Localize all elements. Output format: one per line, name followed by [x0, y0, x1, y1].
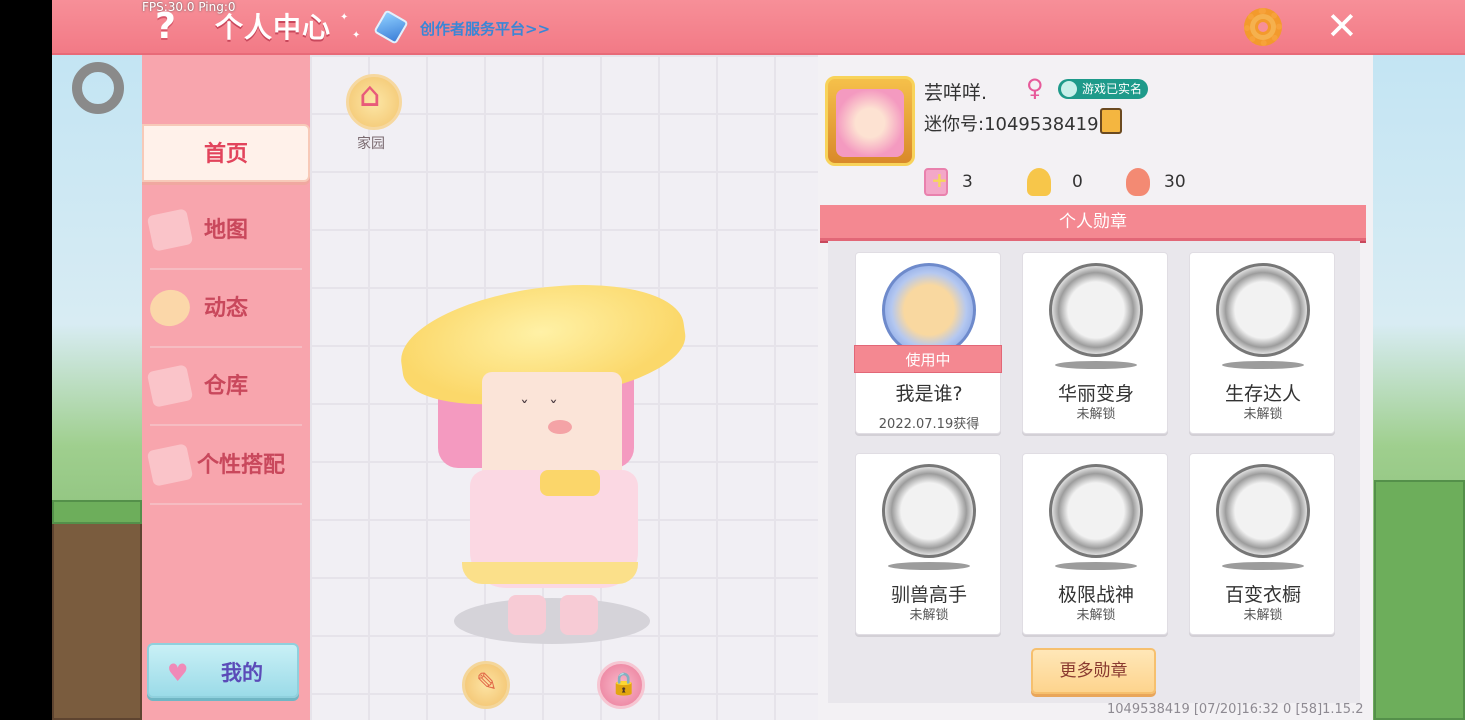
copy-icon[interactable] [1100, 108, 1122, 134]
help-icon[interactable]: ? [155, 6, 176, 47]
grass-block [52, 500, 142, 524]
close-icon[interactable]: ✕ [1326, 6, 1358, 46]
creator-platform-link[interactable]: 创作者服务平台>> [420, 18, 550, 39]
medal-status: 未解锁 [1076, 407, 1116, 422]
stat-value: 3 [962, 172, 973, 192]
map-icon [146, 208, 194, 252]
divider [150, 268, 302, 270]
sidebar-item-label: 动态 [203, 296, 248, 321]
sidebar-item-home[interactable]: 首页 [142, 124, 310, 182]
medal-card[interactable]: 驯兽高手 未解锁 [855, 453, 1001, 635]
boss-medal-icon [1049, 464, 1143, 558]
letter-medal-icon [882, 263, 976, 357]
grass-field [1374, 480, 1465, 720]
medal-card[interactable]: 百变衣橱 未解锁 [1189, 453, 1335, 635]
medal-status: 2022.07.19获得 [878, 417, 980, 432]
home-icon[interactable] [346, 74, 402, 130]
footer-info: 1049538419 [07/20]16:32 0 [58]1.15.2 [1107, 702, 1364, 717]
sidebar-item-feed[interactable]: 动态 [142, 280, 310, 348]
avatar-bow [540, 470, 600, 496]
mini-id: 迷你号:1049538419 [924, 114, 1099, 135]
in-use-badge: 使用中 [854, 345, 1002, 373]
home-label: 家园 [357, 136, 385, 152]
profile-avatar[interactable] [825, 76, 915, 166]
avatar-shoe [508, 595, 546, 635]
medal-status: 未解锁 [909, 608, 949, 623]
sparkle-icon: ✦ [340, 12, 349, 23]
heart-icon: ♥ [167, 659, 189, 687]
gift-icon [146, 443, 194, 487]
medal-base [1055, 361, 1137, 369]
plus-flag-icon [924, 168, 948, 196]
medal-status: 未解锁 [1243, 407, 1283, 422]
medal-base [1222, 361, 1304, 369]
avatar-mouth [548, 420, 572, 434]
medal-section-header: 个人勋章 [820, 205, 1366, 241]
medal-name: 极限战神 [1057, 584, 1134, 606]
medal-name: 华丽变身 [1057, 383, 1134, 405]
medal-name: 驯兽高手 [890, 584, 967, 606]
edit-pencil-icon[interactable] [462, 661, 510, 709]
sidebar-item-label: 首页 [203, 142, 248, 167]
divider [150, 346, 302, 348]
medal-status: 未解锁 [1243, 608, 1283, 623]
menu-ring-icon[interactable] [72, 62, 124, 114]
divider [150, 503, 302, 505]
medal-name: 百变衣橱 [1224, 584, 1301, 606]
sidebar-item-label: 仓库 [203, 374, 248, 399]
nickname: 芸咩咩. [924, 82, 988, 104]
sidebar-item-warehouse[interactable]: 仓库 [142, 358, 310, 426]
medal-card[interactable]: 使用中 我是谁? 2022.07.19获得 [854, 252, 1002, 434]
divider [150, 424, 302, 426]
flame-icon [1126, 168, 1150, 196]
more-medals-button[interactable]: 更多勋章 [1031, 648, 1156, 694]
medal-base [888, 562, 970, 570]
medal-status: 未解锁 [1076, 608, 1116, 623]
medal-base [1222, 562, 1304, 570]
avatar-portrait [836, 89, 904, 157]
bell-icon [146, 286, 194, 330]
medal-name: 生存达人 [1224, 383, 1301, 405]
dirt-block [52, 520, 142, 720]
sidebar-item-outfit[interactable]: 个性搭配 [142, 437, 310, 505]
dragon-medal-icon [1049, 263, 1143, 357]
wardrobe-medal-icon [1216, 464, 1310, 558]
lock-icon[interactable] [597, 661, 645, 709]
verified-badge: 游戏已实名 [1058, 79, 1149, 99]
my-button[interactable]: ♥ 我的 [147, 643, 299, 698]
campfire-medal-icon [1216, 263, 1310, 357]
avatar-shoe [560, 595, 598, 635]
page-title: 个人中心 [215, 11, 332, 44]
stat-value: 30 [1164, 172, 1186, 192]
medal-card[interactable]: 生存达人 未解锁 [1189, 252, 1335, 434]
female-icon: ♀ [1026, 74, 1044, 102]
medal-card[interactable]: 极限战神 未解锁 [1022, 453, 1168, 635]
my-button-label: 我的 [221, 661, 263, 685]
medal-name: 我是谁? [895, 383, 963, 405]
avatar-dress-hem [462, 562, 638, 584]
fan-icon [1027, 168, 1051, 196]
avatar-eyes: ˇˇ [520, 398, 578, 419]
medal-card[interactable]: 华丽变身 未解锁 [1022, 252, 1168, 434]
sparkle-icon: ✦ [352, 30, 361, 41]
sidebar-item-label: 地图 [203, 218, 248, 243]
house-icon [146, 364, 194, 408]
sidebar-item-map[interactable]: 地图 [142, 202, 310, 270]
settings-gear-icon[interactable] [1244, 8, 1282, 46]
horse-medal-icon [882, 464, 976, 558]
medal-base [1055, 562, 1137, 570]
stat-value: 0 [1072, 172, 1083, 192]
sidebar-item-label: 个性搭配 [196, 453, 285, 478]
